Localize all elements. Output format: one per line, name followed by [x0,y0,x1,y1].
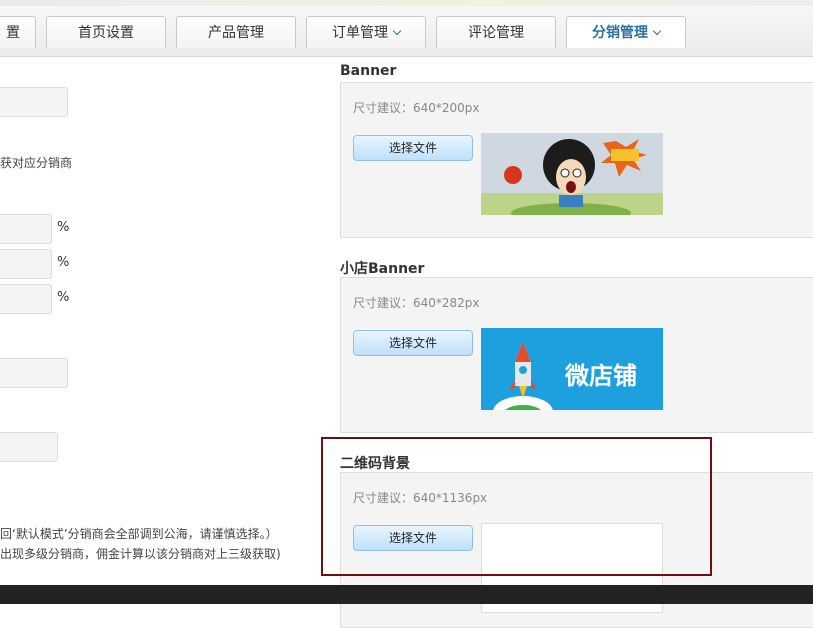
tab-order-management[interactable]: 订单管理 [306,16,426,48]
text-field[interactable] [0,358,68,388]
choose-file-button[interactable]: 选择文件 [353,525,473,551]
tab-label: 产品管理 [208,25,264,41]
help-text: 获对应分销商 [0,156,73,170]
chevron-down-icon [652,26,662,36]
help-text: 出现多级分销商，佣金计算以该分销商对上三级获取) [0,547,281,561]
help-text: 回‘默认模式’分销商会全部调到公海，请谨慎选择。） [0,527,278,541]
shop-banner-text: 微店铺 [564,362,637,390]
tab-review-management[interactable]: 评论管理 [436,16,556,48]
choose-file-button[interactable]: 选择文件 [353,135,473,161]
tab-label: 订单管理 [332,25,388,41]
percent-sign: % [57,255,70,270]
tab-divider [0,56,813,57]
section-title-qr-background: 二维码背景 [340,456,410,472]
section-title-shop-banner: 小店Banner [340,261,425,277]
size-hint: 尺寸建议：640*282px [353,296,480,310]
upload-panel-qr-background: 尺寸建议：640*1136px 选择文件 [340,472,813,628]
text-field[interactable] [0,432,58,462]
upload-panel-banner: 尺寸建议：640*200px 选择文件 [340,82,813,238]
percent-field-level-1[interactable] [0,214,52,244]
tab-label: 首页设置 [78,25,134,41]
chevron-down-icon [392,26,402,36]
tab-product-management[interactable]: 产品管理 [176,16,296,48]
shop-banner-image: 微店铺 [481,328,663,410]
percent-sign: % [57,290,70,305]
bottom-bar [0,585,813,604]
section-title-banner: Banner [340,63,397,79]
upload-panel-shop-banner: 尺寸建议：640*282px 选择文件 微店铺 [340,277,813,433]
percent-sign: % [57,220,70,235]
tab-settings[interactable]: 置 [0,16,36,48]
size-hint: 尺寸建议：640*200px [353,101,480,115]
percent-field-level-2[interactable] [0,249,52,279]
choose-file-button[interactable]: 选择文件 [353,330,473,356]
banner-image [481,133,663,215]
tab-bar: 置 首页设置 产品管理 订单管理 评论管理 分销管理 [0,6,813,56]
size-hint: 尺寸建议：640*1136px [353,491,488,505]
tab-label: 置 [6,25,20,41]
tab-label: 评论管理 [468,25,524,41]
tab-home-settings[interactable]: 首页设置 [46,16,166,48]
percent-field-level-3[interactable] [0,284,52,314]
tab-distribution-management[interactable]: 分销管理 [566,16,686,48]
text-field[interactable] [0,87,68,117]
tab-label: 分销管理 [592,25,648,41]
